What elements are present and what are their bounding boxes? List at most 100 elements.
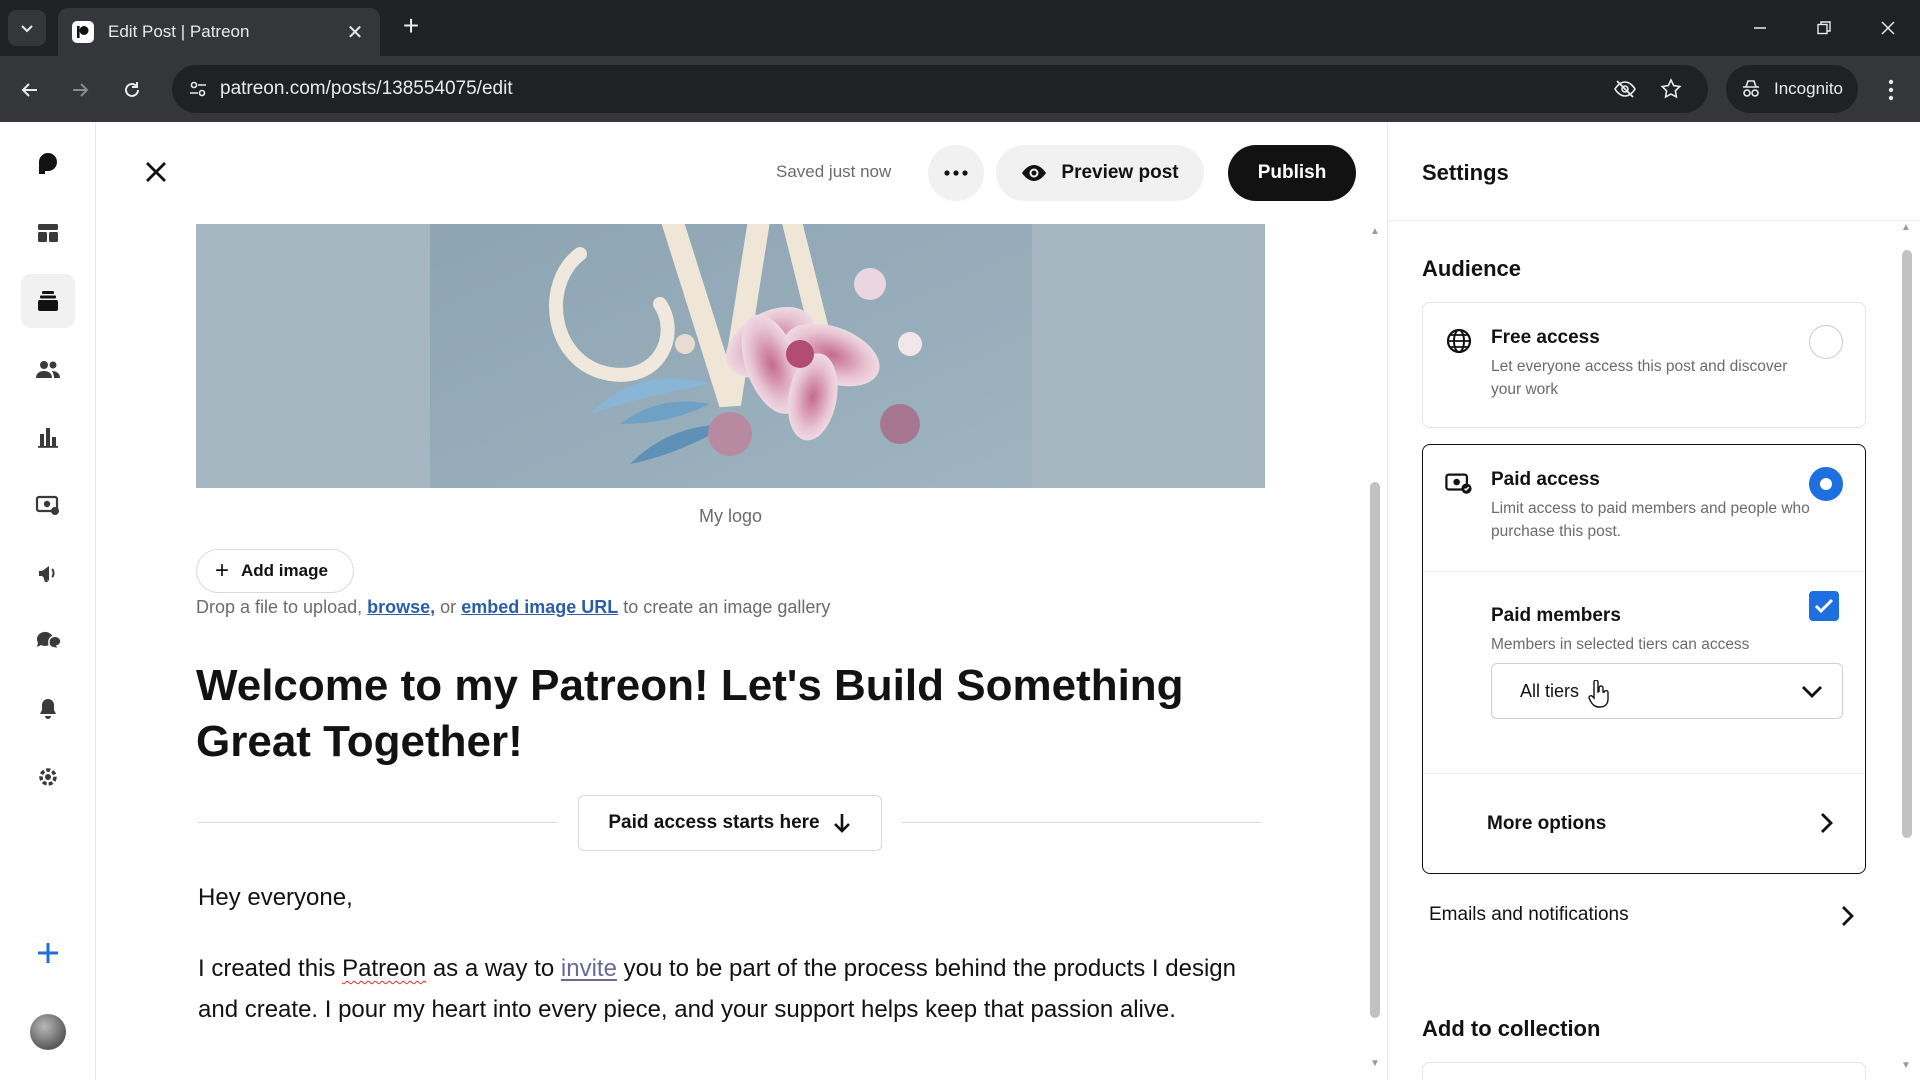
back-arrow-icon[interactable] bbox=[12, 72, 48, 108]
chats-icon[interactable] bbox=[21, 614, 75, 668]
embed-image-url-link[interactable]: embed image URL bbox=[461, 597, 618, 617]
editor-scrollbar[interactable]: ▲ ▼ bbox=[1368, 222, 1382, 1072]
close-editor-icon[interactable] bbox=[138, 154, 174, 190]
upload-hint: Drop a file to upload, browse, or embed … bbox=[196, 597, 830, 618]
paid-access-option[interactable]: Paid access Limit access to paid members… bbox=[1422, 444, 1866, 874]
library-icon[interactable] bbox=[21, 274, 75, 328]
audience-icon[interactable] bbox=[21, 342, 75, 396]
insights-icon[interactable] bbox=[21, 410, 75, 464]
add-image-label: Add image bbox=[241, 561, 328, 580]
chevron-right-icon[interactable] bbox=[1815, 811, 1839, 835]
url-text: patreon.com/posts/138554075/edit bbox=[220, 78, 513, 99]
settings-panel: Settings Audience Free access Let everyo… bbox=[1387, 122, 1920, 1080]
avatar[interactable] bbox=[30, 1014, 66, 1050]
bookmark-star-icon[interactable] bbox=[1658, 76, 1684, 102]
more-options-label[interactable]: More options bbox=[1487, 813, 1606, 835]
preview-post-button[interactable]: Preview post bbox=[996, 145, 1204, 201]
tab-title: Edit Post | Patreon bbox=[108, 22, 250, 41]
chevron-down-icon bbox=[21, 25, 33, 33]
incognito-icon bbox=[1743, 80, 1759, 97]
more-dots-icon bbox=[944, 170, 968, 176]
emails-notifications-label[interactable]: Emails and notifications bbox=[1429, 904, 1629, 926]
free-access-description: Let everyone access this post and discov… bbox=[1491, 358, 1788, 398]
upload-hint-suffix: to create an image gallery bbox=[623, 597, 831, 617]
paragraph-text-2: as a way to bbox=[432, 955, 555, 982]
eye-off-icon[interactable] bbox=[1612, 76, 1638, 102]
hand-pointer-cursor-icon bbox=[1588, 680, 1609, 708]
free-access-radio[interactable] bbox=[1809, 325, 1843, 359]
patreon-logo-icon[interactable] bbox=[21, 136, 75, 190]
publish-button[interactable]: Publish bbox=[1228, 145, 1356, 201]
settings-divider bbox=[1388, 220, 1920, 221]
promotions-icon[interactable] bbox=[21, 546, 75, 600]
scroll-up-arrow-icon[interactable]: ▲ bbox=[1899, 222, 1913, 234]
browser-tab-bar: Edit Post | Patreon ✕ + bbox=[0, 0, 1920, 56]
paid-access-icon bbox=[1445, 469, 1473, 497]
browser-menu-icon[interactable] bbox=[1876, 72, 1906, 108]
browser-tab-active[interactable]: Edit Post | Patreon ✕ bbox=[58, 8, 380, 56]
image-caption[interactable]: My logo bbox=[196, 506, 1265, 527]
paid-access-divider-button[interactable]: Paid access starts here bbox=[578, 795, 882, 851]
tab-search-button[interactable] bbox=[8, 10, 46, 46]
more-options-divider bbox=[1423, 773, 1864, 774]
minimize-window-icon[interactable] bbox=[1740, 10, 1780, 46]
creator-sidebar bbox=[0, 122, 96, 1080]
post-body-greeting[interactable]: Hey everyone, bbox=[198, 884, 353, 912]
audience-heading: Audience bbox=[1422, 256, 1522, 281]
free-access-option[interactable]: Free access Let everyone access this pos… bbox=[1422, 302, 1866, 428]
editor-header: Saved just now Preview post Publish bbox=[96, 122, 1386, 222]
upload-hint-middle: or bbox=[440, 597, 457, 617]
eye-icon bbox=[1022, 165, 1047, 181]
inline-link[interactable]: invite bbox=[561, 955, 617, 982]
post-body-paragraph[interactable]: I created this Patreon as a way to invit… bbox=[198, 948, 1278, 1030]
settings-title: Settings bbox=[1422, 160, 1509, 185]
create-plus-icon[interactable] bbox=[21, 926, 75, 980]
settings-icon[interactable] bbox=[21, 750, 75, 804]
post-title-input[interactable]: Welcome to my Patreon! Let's Build Somet… bbox=[196, 658, 1276, 770]
scroll-down-arrow-icon[interactable]: ▼ bbox=[1368, 1058, 1382, 1070]
settings-scrollbar[interactable]: ▲ ▼ bbox=[1899, 222, 1913, 1072]
browse-link[interactable]: browse, bbox=[367, 597, 435, 617]
close-window-icon[interactable] bbox=[1868, 10, 1908, 46]
add-to-collection-heading: Add to collection bbox=[1422, 1016, 1601, 1041]
incognito-label: Incognito bbox=[1774, 79, 1843, 98]
plus-icon: + bbox=[215, 557, 230, 584]
collection-card[interactable] bbox=[1422, 1062, 1866, 1080]
incognito-badge[interactable]: Incognito bbox=[1726, 65, 1858, 113]
paragraph-text-1: I created this bbox=[198, 955, 336, 982]
misspelled-word: Patreon bbox=[342, 955, 427, 982]
paid-members-checkbox[interactable] bbox=[1809, 591, 1839, 621]
editor-scroll-thumb[interactable] bbox=[1370, 482, 1380, 1018]
site-info-icon[interactable] bbox=[186, 77, 210, 101]
scroll-up-arrow-icon[interactable]: ▲ bbox=[1368, 226, 1382, 238]
save-status: Saved just now bbox=[776, 162, 892, 181]
scroll-down-arrow-icon[interactable]: ▼ bbox=[1899, 1060, 1913, 1072]
new-tab-plus-icon[interactable]: + bbox=[396, 12, 426, 42]
paywall-divider-right bbox=[902, 822, 1262, 823]
tier-select[interactable]: All tiers bbox=[1491, 663, 1843, 719]
chevron-down-icon bbox=[1800, 680, 1824, 704]
preview-post-label: Preview post bbox=[1061, 162, 1179, 183]
browser-toolbar: patreon.com/posts/138554075/edit Incogni… bbox=[0, 56, 1920, 122]
reload-icon[interactable] bbox=[114, 72, 150, 108]
forward-arrow-icon[interactable] bbox=[62, 72, 98, 108]
dashboard-icon[interactable] bbox=[21, 206, 75, 260]
add-image-button[interactable]: + Add image bbox=[196, 549, 354, 593]
checkmark-icon bbox=[1814, 598, 1834, 614]
paid-access-label: Paid access starts here bbox=[608, 812, 820, 833]
more-actions-button[interactable] bbox=[928, 145, 984, 201]
free-access-title: Free access bbox=[1491, 327, 1600, 348]
post-header-image[interactable] bbox=[196, 224, 1265, 488]
restore-window-icon[interactable] bbox=[1804, 10, 1844, 46]
settings-scroll-thumb[interactable] bbox=[1902, 250, 1912, 838]
paid-access-radio[interactable] bbox=[1809, 467, 1843, 501]
notifications-icon[interactable] bbox=[21, 682, 75, 736]
logo-artwork-image bbox=[430, 224, 1032, 488]
paid-access-divider bbox=[1423, 571, 1864, 572]
address-bar[interactable]: patreon.com/posts/138554075/edit bbox=[172, 65, 1708, 113]
tier-select-value: All tiers bbox=[1520, 681, 1580, 701]
chevron-right-icon[interactable] bbox=[1836, 904, 1860, 928]
tab-close-icon[interactable]: ✕ bbox=[344, 20, 366, 45]
payouts-icon[interactable] bbox=[21, 478, 75, 532]
paid-access-title: Paid access bbox=[1491, 469, 1600, 490]
